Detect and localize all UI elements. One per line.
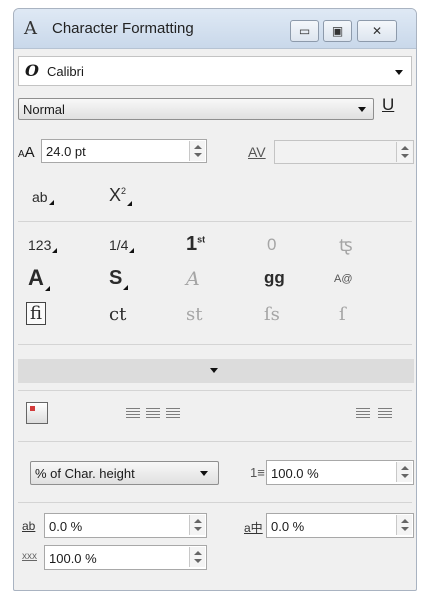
separator	[18, 390, 412, 391]
line-spacing-input[interactable]: 100.0 %	[266, 460, 414, 485]
close-button[interactable]: ✕	[357, 20, 397, 42]
line-spacing-value: 100.0 %	[271, 466, 319, 481]
swash-button[interactable]: A	[186, 268, 200, 290]
character-spacing-value: 0.0 %	[49, 519, 83, 534]
font-name: Calibri	[47, 64, 84, 79]
separator	[18, 221, 412, 222]
word-spacing-spinner[interactable]	[396, 515, 412, 535]
minimize-button[interactable]: ▭	[290, 20, 319, 42]
spacing-unit-value: % of Char. height	[35, 466, 135, 481]
character-spacing-input[interactable]: 0.0 %	[44, 513, 207, 538]
word-spacing-value: 0.0 %	[271, 519, 305, 534]
no-alignment-button[interactable]	[26, 402, 48, 424]
standard-ligatures-button[interactable]: fi	[26, 302, 47, 325]
chevron-down-icon	[395, 70, 403, 75]
font-style-value: Normal	[23, 102, 65, 117]
character-spacing-icon: ab	[22, 519, 36, 533]
historical-ligatures-button[interactable]: st	[186, 304, 202, 325]
font-size-icon: AA	[18, 144, 35, 161]
kerning-spinner[interactable]	[396, 142, 412, 162]
language-spacing-value: 100.0 %	[49, 551, 97, 566]
historical-forms-button[interactable]: ſs	[264, 304, 280, 325]
opentype-font-icon: O	[25, 61, 39, 80]
chevron-down-icon	[358, 107, 366, 112]
align-center-icon[interactable]	[146, 408, 160, 419]
character-spacing-spinner[interactable]	[189, 515, 205, 535]
discretionary-ligatures-button[interactable]: ct	[109, 304, 126, 325]
language-spacing-input[interactable]: 100.0 %	[44, 545, 207, 570]
separator	[18, 502, 412, 503]
line-spacing-icon: 1≡	[250, 465, 265, 480]
language-spacing-spinner[interactable]	[189, 547, 205, 567]
chevron-down-icon	[200, 471, 208, 476]
window-title: Character Formatting	[52, 20, 194, 37]
justify-icon[interactable]	[356, 408, 370, 419]
word-spacing-icon: a中	[244, 521, 263, 535]
numeral-style-button[interactable]: 123	[28, 237, 58, 253]
capitalization-button[interactable]: A	[28, 265, 50, 291]
language-spacing-icon: xxx	[22, 551, 37, 562]
separator	[18, 344, 412, 345]
align-right-icon[interactable]	[166, 408, 180, 419]
force-justify-icon[interactable]	[378, 408, 392, 419]
fractions-button[interactable]: 1/4	[109, 237, 136, 253]
font-size-value: 24.0 pt	[46, 144, 86, 159]
kerning-icon: AV	[248, 144, 266, 160]
font-selector[interactable]: O Calibri	[18, 56, 412, 86]
slashed-zero-button[interactable]: 0	[267, 235, 276, 255]
contextual-alternates-button[interactable]: A@	[334, 273, 353, 285]
superscript-button[interactable]: X2	[109, 185, 133, 206]
title-bar[interactable]: A Character Formatting ▭ ▣ ✕	[14, 9, 416, 49]
line-spacing-spinner[interactable]	[396, 462, 412, 482]
ordinals-button[interactable]: 1st	[186, 233, 205, 256]
stylistic-alternates-button[interactable]: gg	[264, 268, 285, 288]
spacing-unit-select[interactable]: % of Char. height	[30, 461, 219, 485]
underline-type-button[interactable]: ab	[32, 189, 54, 205]
kerning-input[interactable]	[274, 140, 414, 164]
stylistic-set-button[interactable]: S	[109, 267, 129, 290]
long-s-button[interactable]: ſ	[339, 304, 346, 325]
maximize-button[interactable]: ▣	[323, 20, 352, 42]
align-left-icon[interactable]	[126, 408, 140, 419]
font-size-spinner[interactable]	[189, 141, 205, 161]
character-formatting-icon: A	[24, 18, 37, 39]
underline-button[interactable]: U	[382, 95, 394, 115]
expand-panel-button[interactable]	[18, 359, 414, 383]
word-spacing-input[interactable]: 0.0 %	[266, 513, 414, 538]
character-formatting-window: A Character Formatting ▭ ▣ ✕ O Calibri N…	[13, 8, 417, 591]
ornaments-button[interactable]: ꭧ	[339, 233, 353, 257]
separator	[18, 441, 412, 442]
chevron-down-icon	[210, 368, 218, 373]
font-style-select[interactable]: Normal	[18, 98, 374, 120]
font-size-input[interactable]: 24.0 pt	[41, 139, 207, 163]
